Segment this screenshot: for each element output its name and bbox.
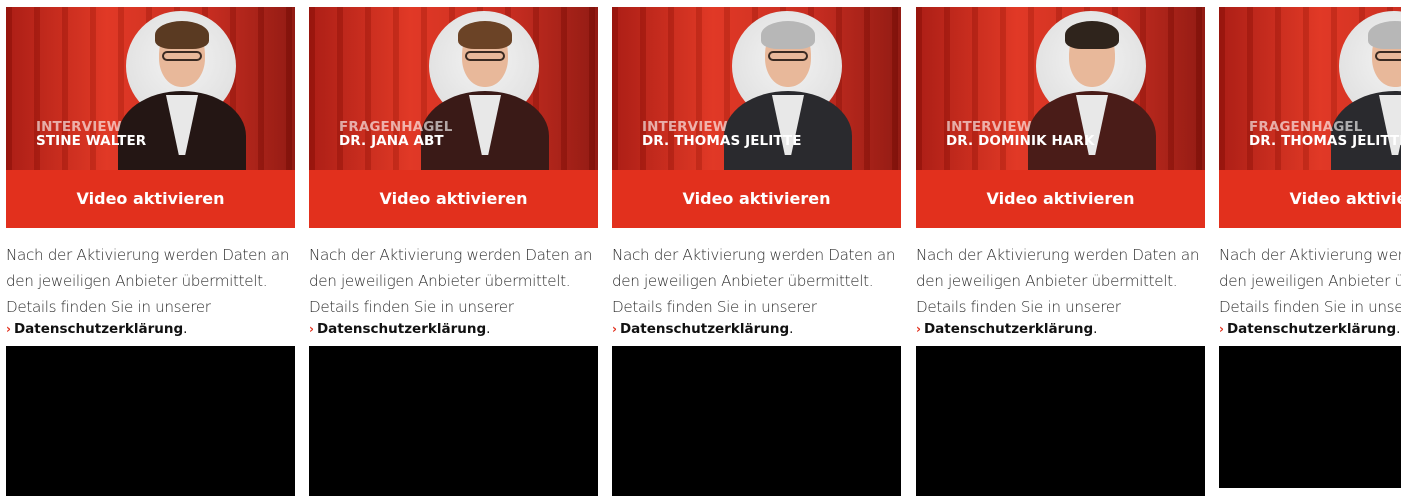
video-activate-button[interactable]: Video aktivieren <box>1219 170 1401 228</box>
consent-line: Nach der Aktivierung werden Daten an <box>916 246 1200 264</box>
video-card: INTERVIEW STINE WALTER Video aktivieren … <box>6 7 295 496</box>
video-activate-button[interactable]: Video aktivieren <box>309 170 598 228</box>
consent-description: Nach der Aktivierung werden Daten an den… <box>612 242 901 320</box>
consent-line: Details finden Sie in unserer <box>309 298 514 316</box>
consent-line: Details finden Sie in unserer <box>1219 298 1401 316</box>
video-activate-button[interactable]: Video aktivieren <box>916 170 1205 228</box>
privacy-line: › Datenschutzerklärung. <box>916 321 1205 337</box>
carousel-overflow-clip: FRAGENHAGEL DR. THOMAS JELITTE Video akt… <box>1219 0 1401 488</box>
consent-line: Details finden Sie in unserer <box>6 298 211 316</box>
consent-description: Nach der Aktivierung werden Daten an den… <box>1219 242 1401 320</box>
portrait-hair <box>761 21 815 49</box>
video-card: FRAGENHAGEL DR. THOMAS JELITTE Video akt… <box>1219 7 1401 488</box>
privacy-suffix: . <box>1396 321 1401 337</box>
consent-line: Nach der Aktivierung werden Daten an <box>309 246 593 264</box>
video-thumbnail: INTERVIEW STINE WALTER Video aktivieren <box>6 7 295 228</box>
privacy-policy-link[interactable]: Datenschutzerklärung <box>14 321 183 337</box>
video-person-name: DR. THOMAS JELITTE <box>1249 133 1401 149</box>
video-player-placeholder <box>612 346 901 496</box>
video-person-name: DR. JANA ABT <box>339 133 444 149</box>
video-person-name: DR. THOMAS JELITTE <box>642 133 802 149</box>
portrait-hair <box>155 21 209 49</box>
privacy-line: › Datenschutzerklärung. <box>1219 321 1401 337</box>
video-overline: FRAGENHAGEL <box>339 119 453 135</box>
video-overline: FRAGENHAGEL <box>1249 119 1363 135</box>
video-overline: INTERVIEW <box>36 119 122 135</box>
portrait-glasses <box>465 51 505 61</box>
portrait-hair <box>458 21 512 49</box>
video-overline: INTERVIEW <box>642 119 728 135</box>
consent-line: Details finden Sie in unserer <box>916 298 1121 316</box>
privacy-line: › Datenschutzerklärung. <box>6 321 295 337</box>
chevron-right-icon: › <box>1219 322 1224 336</box>
consent-line: Nach der Aktivierung werden Daten an <box>6 246 290 264</box>
privacy-line: › Datenschutzerklärung. <box>309 321 598 337</box>
portrait-hair <box>1065 21 1119 49</box>
consent-line: den jeweiligen Anbieter übermittelt. <box>916 272 1178 290</box>
consent-description: Nach der Aktivierung werden Daten an den… <box>6 242 295 320</box>
consent-line: Nach der Aktivierung werden Daten an <box>1219 246 1401 264</box>
chevron-right-icon: › <box>916 322 921 336</box>
video-overline: INTERVIEW <box>946 119 1032 135</box>
consent-description: Nach der Aktivierung werden Daten an den… <box>916 242 1205 320</box>
video-card: FRAGENHAGEL DR. JANA ABT Video aktiviere… <box>309 7 598 496</box>
video-card: INTERVIEW DR. DOMINIK HARK Video aktivie… <box>916 7 1205 496</box>
video-player-placeholder <box>916 346 1205 496</box>
consent-line: den jeweiligen Anbieter übermittelt. <box>6 272 268 290</box>
video-thumbnail: FRAGENHAGEL DR. THOMAS JELITTE Video akt… <box>1219 7 1401 228</box>
chevron-right-icon: › <box>6 322 11 336</box>
video-thumbnail: FRAGENHAGEL DR. JANA ABT Video aktiviere… <box>309 7 598 228</box>
privacy-suffix: . <box>1093 321 1098 337</box>
portrait-glasses <box>768 51 808 61</box>
video-player-placeholder <box>1219 346 1401 488</box>
video-card: INTERVIEW DR. THOMAS JELITTE Video aktiv… <box>612 7 901 496</box>
video-activate-button[interactable]: Video aktivieren <box>612 170 901 228</box>
video-thumbnail: INTERVIEW DR. THOMAS JELITTE Video aktiv… <box>612 7 901 228</box>
consent-description: Nach der Aktivierung werden Daten an den… <box>309 242 598 320</box>
consent-line: den jeweiligen Anbieter übermittelt. <box>309 272 571 290</box>
consent-line: Nach der Aktivierung werden Daten an <box>612 246 896 264</box>
privacy-suffix: . <box>183 321 188 337</box>
privacy-policy-link[interactable]: Datenschutzerklärung <box>924 321 1093 337</box>
video-person-name: DR. DOMINIK HARK <box>946 133 1095 149</box>
privacy-suffix: . <box>789 321 794 337</box>
privacy-suffix: . <box>486 321 491 337</box>
consent-line: Details finden Sie in unserer <box>612 298 817 316</box>
consent-line: den jeweiligen Anbieter übermittelt. <box>612 272 874 290</box>
chevron-right-icon: › <box>612 322 617 336</box>
portrait-glasses <box>1375 51 1401 61</box>
privacy-line: › Datenschutzerklärung. <box>612 321 901 337</box>
privacy-policy-link[interactable]: Datenschutzerklärung <box>620 321 789 337</box>
video-person-name: STINE WALTER <box>36 133 147 149</box>
portrait-glasses <box>162 51 202 61</box>
privacy-policy-link[interactable]: Datenschutzerklärung <box>1227 321 1396 337</box>
privacy-policy-link[interactable]: Datenschutzerklärung <box>317 321 486 337</box>
video-player-placeholder <box>309 346 598 496</box>
consent-line: den jeweiligen Anbieter übermittelt. <box>1219 272 1401 290</box>
video-activate-button[interactable]: Video aktivieren <box>6 170 295 228</box>
chevron-right-icon: › <box>309 322 314 336</box>
video-thumbnail: INTERVIEW DR. DOMINIK HARK Video aktivie… <box>916 7 1205 228</box>
video-player-placeholder <box>6 346 295 496</box>
